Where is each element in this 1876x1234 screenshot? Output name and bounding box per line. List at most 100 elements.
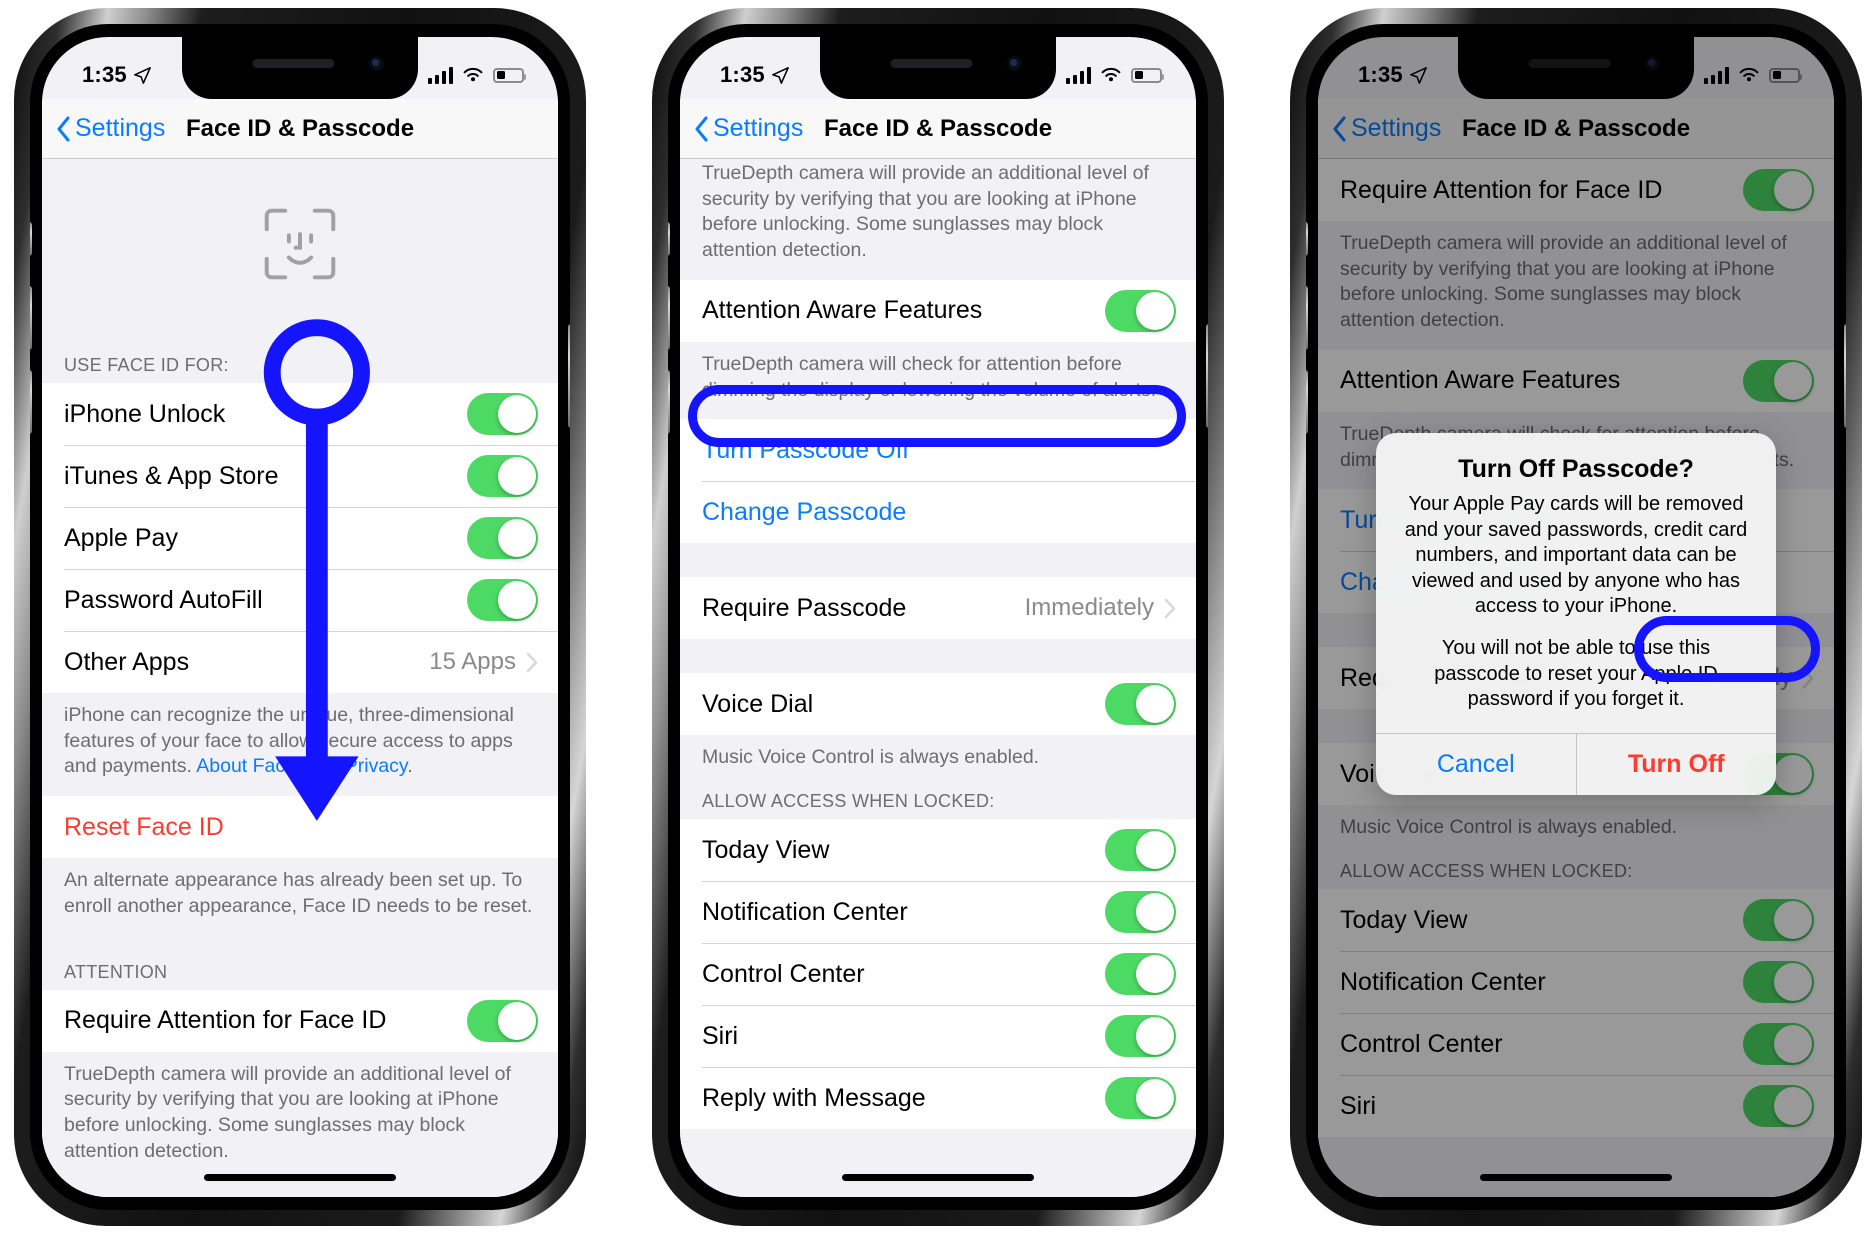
- siri-toggle[interactable]: [1105, 1015, 1176, 1058]
- wifi-icon: [1101, 67, 1121, 81]
- alert-actions: Cancel Turn Off: [1376, 732, 1777, 795]
- password-autofill-toggle[interactable]: [467, 579, 538, 621]
- status-time: 1:35: [720, 62, 765, 87]
- settings-list-phone-1[interactable]: USE FACE ID FOR: iPhone Unlock iTunes & …: [42, 159, 558, 1197]
- settings-list-phone-2[interactable]: TrueDepth camera will provide an additio…: [680, 159, 1196, 1197]
- back-to-settings-button[interactable]: Settings: [694, 114, 803, 143]
- power-button[interactable]: [1844, 324, 1846, 428]
- phone-1-screen: 1:35 Settings Face ID & Passcode USE FAC…: [42, 37, 558, 1197]
- volume-down-button[interactable]: [1306, 370, 1308, 434]
- attention-footer: TrueDepth camera will provide an additio…: [680, 159, 1196, 280]
- cellular-signal-icon: [1066, 66, 1091, 84]
- mute-switch[interactable]: [1306, 222, 1308, 256]
- row-label: Siri: [702, 1021, 739, 1050]
- voice-dial-card: Voice Dial: [680, 673, 1196, 736]
- alert-body: Turn Off Passcode? Your Apple Pay cards …: [1376, 433, 1776, 733]
- status-bar-left: 1:35: [720, 62, 789, 88]
- reply-with-message-toggle[interactable]: [1105, 1077, 1176, 1120]
- attention-aware-footer: TrueDepth camera will check for attentio…: [680, 341, 1196, 420]
- three-phone-comparison: 1:35 Settings Face ID & Passcode USE FAC…: [0, 0, 1876, 1234]
- volume-up-button[interactable]: [668, 286, 670, 350]
- voice-dial-footer: Music Voice Control is always enabled.: [680, 735, 1196, 788]
- row-apple-pay[interactable]: Apple Pay: [42, 507, 558, 569]
- home-indicator[interactable]: [204, 1174, 396, 1181]
- row-reply-with-message[interactable]: Reply with Message: [680, 1067, 1196, 1130]
- attention-header: ATTENTION: [42, 935, 558, 990]
- volume-down-button[interactable]: [668, 370, 670, 434]
- phone-3: 1:35 Settings Face ID & Passcode Require…: [1290, 8, 1862, 1226]
- home-indicator[interactable]: [842, 1174, 1034, 1181]
- back-label: Settings: [75, 114, 166, 142]
- volume-up-button[interactable]: [30, 286, 32, 350]
- voice-dial-toggle[interactable]: [1105, 683, 1176, 726]
- use-face-id-header: USE FACE ID FOR:: [42, 329, 558, 383]
- apple-pay-toggle[interactable]: [467, 517, 538, 559]
- back-label: Settings: [713, 114, 804, 142]
- row-siri[interactable]: Siri: [680, 1005, 1196, 1068]
- control-center-toggle[interactable]: [1105, 953, 1176, 996]
- row-turn-passcode-off[interactable]: Turn Passcode Off: [680, 419, 1196, 482]
- row-reset-face-id[interactable]: Reset Face ID: [42, 796, 558, 859]
- power-button[interactable]: [568, 324, 570, 428]
- phone-3-bezel: 1:35 Settings Face ID & Passcode Require…: [1306, 24, 1846, 1210]
- face-id-icon: [264, 208, 336, 280]
- require-passcode-card: Require Passcode Immediately: [680, 577, 1196, 640]
- iphone-unlock-toggle[interactable]: [467, 393, 538, 435]
- group-spacer: [680, 543, 1196, 578]
- row-require-attention[interactable]: Require Attention for Face ID: [42, 989, 558, 1052]
- row-label: Change Passcode: [702, 497, 907, 526]
- row-label: Password AutoFill: [64, 585, 263, 614]
- alert-title: Turn Off Passcode?: [1458, 455, 1694, 483]
- today-view-toggle[interactable]: [1105, 829, 1176, 872]
- back-to-settings-button[interactable]: Settings: [56, 114, 165, 143]
- about-face-id-privacy-link[interactable]: About Face ID & Privacy: [196, 755, 407, 777]
- status-bar-right: [428, 66, 526, 84]
- row-control-center[interactable]: Control Center: [680, 943, 1196, 1006]
- power-button[interactable]: [1206, 324, 1208, 428]
- row-itunes-app-store[interactable]: iTunes & App Store: [42, 445, 558, 507]
- location-arrow-icon: [133, 66, 151, 84]
- require-attention-toggle[interactable]: [467, 999, 538, 1042]
- page-title: Face ID & Passcode: [185, 114, 415, 142]
- notification-center-toggle[interactable]: [1105, 891, 1176, 934]
- navigation-bar: Settings Face ID & Passcode: [680, 99, 1196, 159]
- wifi-icon: [463, 67, 483, 81]
- volume-up-button[interactable]: [1306, 286, 1308, 350]
- row-notification-center[interactable]: Notification Center: [680, 881, 1196, 944]
- other-apps-count: 15 Apps: [429, 648, 516, 675]
- use-face-id-card: iPhone Unlock iTunes & App Store Apple P…: [42, 383, 558, 693]
- row-label: Voice Dial: [702, 689, 814, 718]
- row-voice-dial[interactable]: Voice Dial: [680, 673, 1196, 736]
- alert-cancel-button[interactable]: Cancel: [1376, 734, 1576, 795]
- attention-aware-toggle[interactable]: [1105, 289, 1176, 332]
- require-passcode-value: Immediately: [1024, 594, 1154, 622]
- status-bar-left: 1:35: [82, 62, 151, 88]
- mute-switch[interactable]: [30, 222, 32, 256]
- row-label: Reply with Message: [702, 1083, 926, 1112]
- row-label: Other Apps: [64, 647, 190, 676]
- row-today-view[interactable]: Today View: [680, 819, 1196, 882]
- face-id-footer: iPhone can recognize the unique, three-d…: [42, 693, 558, 797]
- battery-icon: [1131, 67, 1164, 83]
- row-require-passcode[interactable]: Require Passcode Immediately: [680, 577, 1196, 640]
- alert-turn-off-button[interactable]: Turn Off: [1575, 733, 1777, 795]
- row-password-autofill[interactable]: Password AutoFill: [42, 569, 558, 631]
- row-iphone-unlock[interactable]: iPhone Unlock: [42, 383, 558, 445]
- row-label: Reset Face ID: [64, 812, 224, 841]
- notch: [820, 37, 1056, 99]
- row-attention-aware-features[interactable]: Attention Aware Features: [680, 279, 1196, 342]
- mute-switch[interactable]: [668, 222, 670, 256]
- row-change-passcode[interactable]: Change Passcode: [680, 481, 1196, 544]
- chevron-right-icon: [526, 652, 538, 672]
- attention-aware-card: Attention Aware Features: [680, 279, 1196, 342]
- itunes-app-store-toggle[interactable]: [467, 455, 538, 497]
- reset-face-id-card: Reset Face ID: [42, 796, 558, 859]
- row-label: iPhone Unlock: [64, 399, 226, 428]
- volume-down-button[interactable]: [30, 370, 32, 434]
- battery-icon: [493, 67, 526, 83]
- attention-card: Require Attention for Face ID: [42, 989, 558, 1052]
- row-other-apps[interactable]: Other Apps 15 Apps: [42, 631, 558, 693]
- phone-1-bezel: 1:35 Settings Face ID & Passcode USE FAC…: [30, 24, 570, 1210]
- chevron-left-icon: [695, 116, 708, 141]
- cellular-signal-icon: [428, 66, 453, 84]
